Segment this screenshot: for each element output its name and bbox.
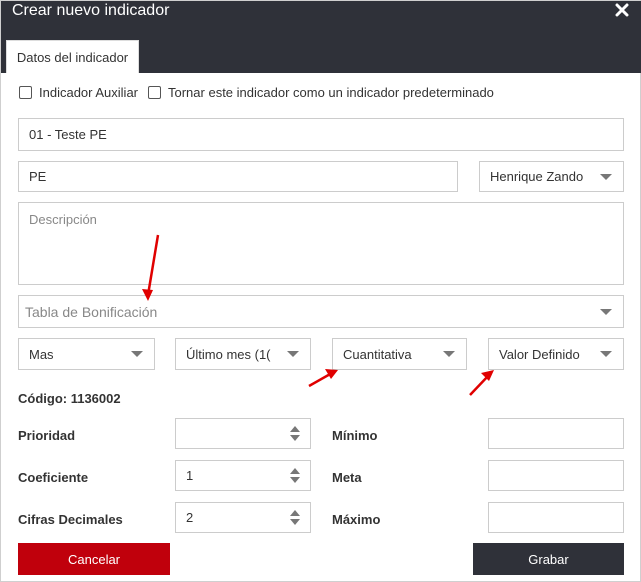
- bonus-table-select[interactable]: Tabla de Bonificación: [18, 295, 624, 328]
- spinner-icon[interactable]: [290, 509, 300, 527]
- spinner-icon[interactable]: [290, 425, 300, 443]
- auxiliar-checkbox[interactable]: [19, 86, 32, 99]
- auxiliar-checkbox-label: Indicador Auxiliar: [39, 85, 138, 100]
- description-placeholder: Descripción: [29, 212, 97, 227]
- minimum-input[interactable]: [488, 418, 624, 449]
- chevron-down-icon: [600, 173, 612, 180]
- default-checkbox-item[interactable]: Tornar este indicador como un indicador …: [148, 85, 494, 100]
- save-button[interactable]: Grabar: [473, 543, 624, 575]
- coefficient-value: 1: [186, 468, 194, 483]
- short-name-input[interactable]: PE: [18, 161, 458, 192]
- default-checkbox-label: Tornar este indicador como un indicador …: [168, 85, 494, 100]
- dialog-title: Crear nuevo indicador: [12, 2, 170, 19]
- description-textarea[interactable]: Descripción: [18, 202, 624, 285]
- decimals-value: 2: [186, 510, 194, 525]
- direction-select[interactable]: Mas: [18, 338, 155, 370]
- goal-label: Meta: [332, 470, 362, 485]
- tab-datos-del-indicador[interactable]: Datos del indicador: [6, 40, 139, 73]
- close-icon[interactable]: [615, 3, 629, 17]
- maximum-input[interactable]: [488, 502, 624, 533]
- auxiliar-checkbox-item[interactable]: Indicador Auxiliar: [19, 85, 138, 100]
- cancel-button[interactable]: Cancelar: [18, 543, 170, 575]
- owner-value: Henrique Zando: [490, 169, 584, 184]
- decimals-label: Cifras Decimales: [18, 512, 123, 527]
- default-checkbox[interactable]: [148, 86, 161, 99]
- coefficient-stepper[interactable]: 1: [175, 460, 311, 491]
- bonus-table-placeholder: Tabla de Bonificación: [25, 303, 158, 320]
- period-value: Último mes (1(: [186, 346, 271, 362]
- type-select[interactable]: Cuantitativa: [332, 338, 467, 370]
- indicator-name-input[interactable]: 01 - Teste PE: [18, 118, 624, 151]
- value-mode-select[interactable]: Valor Definido: [488, 338, 624, 370]
- priority-stepper[interactable]: [175, 418, 311, 449]
- chevron-down-icon: [131, 351, 143, 357]
- owner-select[interactable]: Henrique Zando: [479, 161, 624, 192]
- chevron-down-icon: [443, 351, 455, 357]
- maximum-label: Máximo: [332, 512, 381, 527]
- chevron-down-icon: [287, 351, 299, 357]
- coefficient-label: Coeficiente: [18, 470, 89, 485]
- period-select[interactable]: Último mes (1(: [175, 338, 311, 370]
- create-indicator-dialog: Crear nuevo indicador Datos del indicado…: [0, 0, 641, 582]
- decimals-stepper[interactable]: 2: [175, 502, 311, 533]
- priority-label: Prioridad: [18, 428, 76, 443]
- direction-value: Mas: [29, 346, 54, 362]
- value-mode-value: Valor Definido: [499, 346, 580, 362]
- annotation-arrow-icon: [308, 369, 338, 388]
- goal-input[interactable]: [488, 460, 624, 491]
- dialog-titlebar: Crear nuevo indicador Datos del indicado…: [1, 1, 641, 73]
- chevron-down-icon: [600, 351, 612, 357]
- checkbox-row: Indicador Auxiliar Tornar este indicador…: [19, 85, 504, 100]
- type-value: Cuantitativa: [343, 346, 412, 362]
- indicator-name-value: 01 - Teste PE: [29, 127, 107, 142]
- code-label: Código: 1136002: [18, 391, 121, 406]
- spinner-icon[interactable]: [290, 467, 300, 485]
- minimum-label: Mínimo: [332, 428, 378, 443]
- annotation-arrow-icon: [469, 370, 494, 396]
- short-name-value: PE: [29, 169, 47, 184]
- chevron-down-icon: [600, 308, 612, 315]
